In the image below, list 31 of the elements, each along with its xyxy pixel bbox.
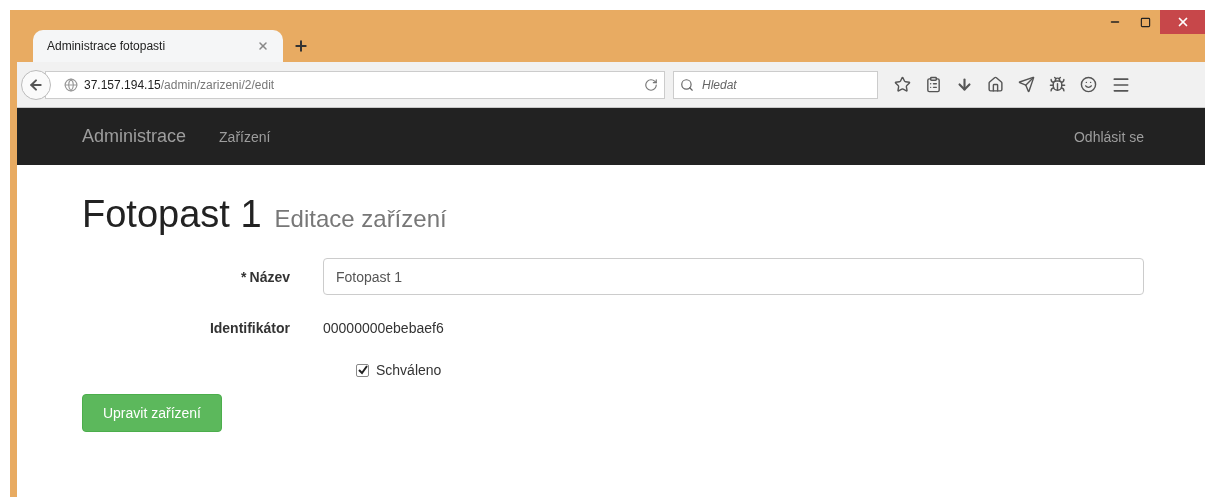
page-subtitle: Editace zařízení bbox=[274, 205, 447, 233]
identifier-value: 00000000ebebaef6 bbox=[323, 320, 444, 336]
globe-icon bbox=[64, 77, 78, 92]
nav-link[interactable]: Zařízení bbox=[219, 128, 271, 145]
bug-icon[interactable] bbox=[1049, 76, 1066, 93]
close-tab-icon[interactable] bbox=[257, 40, 269, 52]
field-label: Název bbox=[249, 268, 290, 285]
plus-icon bbox=[293, 38, 309, 54]
address-bar[interactable]: 37.157.194.15/admin/zarizeni/2/edit bbox=[45, 70, 665, 99]
reload-icon[interactable] bbox=[644, 77, 658, 92]
download-icon[interactable] bbox=[956, 76, 973, 93]
star-icon[interactable] bbox=[894, 76, 911, 93]
tab-title: Administrace fotopasti bbox=[47, 39, 166, 53]
brand-link[interactable]: Administrace bbox=[82, 126, 187, 147]
checkbox-label: Schváleno bbox=[376, 362, 442, 378]
maximize-icon bbox=[1139, 16, 1151, 28]
approved-checkbox[interactable] bbox=[356, 363, 369, 377]
page-title: Fotopast 1 bbox=[82, 193, 262, 236]
browser-tab[interactable]: Administrace fotopasti bbox=[33, 30, 283, 62]
search-icon bbox=[680, 77, 694, 92]
home-icon[interactable] bbox=[987, 76, 1004, 93]
smile-icon[interactable] bbox=[1080, 76, 1097, 93]
name-input[interactable]: Fotopast 1 bbox=[323, 258, 1144, 295]
search-field[interactable]: Hledat bbox=[673, 70, 878, 99]
back-button[interactable] bbox=[21, 69, 51, 100]
required-mark: * bbox=[241, 268, 247, 285]
send-icon[interactable] bbox=[1018, 76, 1035, 93]
field-label: Identifikátor bbox=[209, 320, 290, 336]
logout-link[interactable]: Odhlásit se bbox=[1073, 128, 1144, 145]
url-text: 37.157.194.15/admin/zarizeni/2/edit bbox=[84, 77, 276, 92]
clipboard-icon[interactable] bbox=[925, 76, 942, 93]
